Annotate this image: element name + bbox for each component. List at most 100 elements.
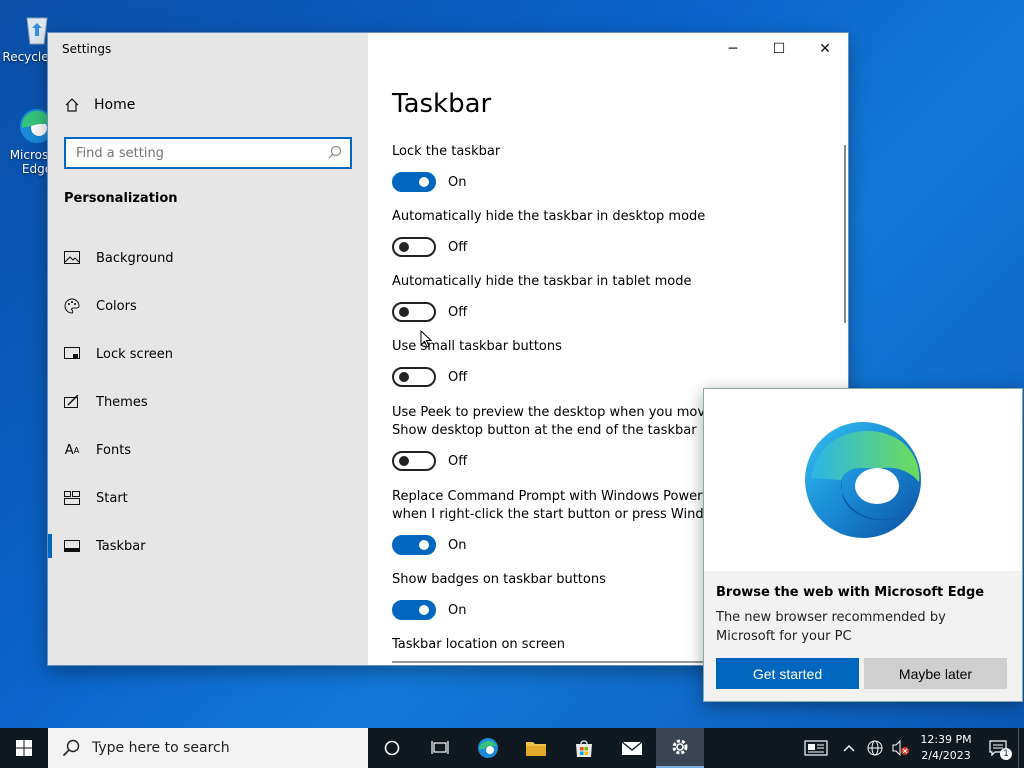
news-button[interactable] <box>796 728 836 768</box>
toggle-state: On <box>448 537 467 553</box>
network-button[interactable] <box>862 728 888 768</box>
setting-autohide-desktop: Automatically hide the taskbar in deskto… <box>392 208 832 257</box>
minimize-button[interactable]: ─ <box>710 33 756 65</box>
chevron-up-icon <box>843 745 855 752</box>
mail-icon <box>621 741 643 755</box>
clock-date: 2/4/2023 <box>921 749 971 762</box>
sidebar-item-label: Taskbar <box>96 538 146 554</box>
show-desktop-button[interactable] <box>1018 728 1024 768</box>
toggle-switch[interactable] <box>392 367 436 387</box>
sidebar-item-fonts[interactable]: AA Fonts <box>48 426 368 474</box>
toggle-state: Off <box>448 369 468 385</box>
start-button[interactable] <box>0 728 48 768</box>
taskbar-icon <box>64 538 80 554</box>
lock-screen-icon <box>64 346 80 362</box>
taskbar-edge-button[interactable] <box>464 728 512 768</box>
maximize-button[interactable]: ☐ <box>756 33 802 65</box>
search-icon <box>62 739 80 757</box>
clock[interactable]: 12:39 PM 2/4/2023 <box>914 732 978 764</box>
mouse-cursor <box>420 330 432 348</box>
maybe-later-button[interactable]: Maybe later <box>864 658 1007 689</box>
edge-popup-body: Browse the web with Microsoft Edge The n… <box>704 571 1022 701</box>
edge-logo-icon <box>805 422 921 538</box>
edge-popup-text: The new browser recommended by Microsoft… <box>716 610 946 644</box>
clock-time: 12:39 PM <box>920 733 972 746</box>
sidebar-item-background[interactable]: Background <box>48 234 368 282</box>
setting-label: Lock the taskbar <box>392 144 501 159</box>
close-button[interactable]: ✕ <box>802 33 848 65</box>
system-tray: 12:39 PM 2/4/2023 1 <box>796 728 1024 768</box>
nav-home[interactable]: Home <box>64 97 135 113</box>
sidebar-item-label: Themes <box>96 394 148 410</box>
setting-autohide-tablet: Automatically hide the taskbar in tablet… <box>392 273 832 322</box>
windows-logo-icon <box>16 740 32 756</box>
store-button[interactable] <box>560 728 608 768</box>
image-icon <box>64 250 80 266</box>
taskbar-search[interactable]: Type here to search <box>48 728 368 768</box>
settings-search[interactable] <box>64 137 352 169</box>
edge-popup-title: Browse the web with Microsoft Edge <box>716 585 985 600</box>
sidebar-item-taskbar[interactable]: Taskbar <box>48 522 368 570</box>
sidebar-item-label: Fonts <box>96 442 132 458</box>
sidebar-item-colors[interactable]: Colors <box>48 282 368 330</box>
action-center-button[interactable]: 1 <box>978 728 1018 768</box>
scrollbar[interactable] <box>844 145 846 323</box>
task-view-button[interactable] <box>416 728 464 768</box>
settings-taskbar-button[interactable] <box>656 728 704 768</box>
sidebar-item-start[interactable]: Start <box>48 474 368 522</box>
toggle-switch[interactable] <box>392 535 436 555</box>
news-icon <box>804 740 828 756</box>
sidebar-item-label: Background <box>96 250 174 266</box>
toggle-state: On <box>448 602 467 618</box>
store-icon <box>576 740 592 757</box>
mail-button[interactable] <box>608 728 656 768</box>
toggle-switch[interactable] <box>392 302 436 322</box>
toggle-state: Off <box>448 453 468 469</box>
window-controls: ─ ☐ ✕ <box>710 33 848 65</box>
toggle-state: Off <box>448 239 468 255</box>
nav-home-label: Home <box>94 97 136 113</box>
toggle-switch[interactable] <box>392 600 436 620</box>
edge-icon <box>478 738 498 758</box>
sidebar-item-lock-screen[interactable]: Lock screen <box>48 330 368 378</box>
get-started-button[interactable]: Get started <box>716 658 859 689</box>
search-input[interactable] <box>76 145 328 161</box>
notification-badge: 1 <box>1000 748 1012 760</box>
volume-button[interactable] <box>888 728 914 768</box>
nav-list: Background Colors Lock screen Themes A A… <box>48 234 368 570</box>
cortana-icon <box>384 740 400 756</box>
toggle-switch[interactable] <box>392 237 436 257</box>
cortana-button[interactable] <box>368 728 416 768</box>
volume-muted-icon <box>892 740 909 756</box>
sidebar-item-label: Start <box>96 490 128 506</box>
location-dropdown[interactable] <box>392 661 712 665</box>
home-icon <box>64 97 80 113</box>
fonts-icon: AA <box>64 442 80 458</box>
setting-label: Automatically hide the taskbar in deskto… <box>392 209 706 224</box>
file-explorer-button[interactable] <box>512 728 560 768</box>
folder-icon <box>526 742 546 756</box>
edge-promo-popup: Browse the web with Microsoft Edge The n… <box>703 388 1023 702</box>
page-title: Taskbar <box>392 89 492 119</box>
setting-small-buttons: Use small taskbar buttons Off <box>392 338 832 387</box>
toggle-state: On <box>448 174 467 190</box>
sidebar-item-label: Lock screen <box>96 346 173 362</box>
palette-icon <box>64 298 80 314</box>
show-hidden-icons-button[interactable] <box>836 728 862 768</box>
taskbar: Type here to search 12:39 PM 2/4/2023 1 <box>0 728 1024 768</box>
setting-label: Use small taskbar buttons <box>392 339 562 354</box>
setting-label: Automatically hide the taskbar in tablet… <box>392 274 692 289</box>
toggle-switch[interactable] <box>392 172 436 192</box>
start-icon <box>64 490 80 506</box>
toggle-switch[interactable] <box>392 451 436 471</box>
sidebar-item-label: Colors <box>96 298 137 314</box>
toggle-state: Off <box>448 304 468 320</box>
taskbar-search-placeholder: Type here to search <box>92 740 230 756</box>
edge-logo <box>704 389 1022 571</box>
globe-icon <box>867 740 883 756</box>
navigation-pane: Settings Home Personalization Background <box>48 33 368 665</box>
task-view-icon <box>431 741 449 754</box>
window-title: Settings <box>62 42 112 56</box>
gear-icon <box>672 739 688 755</box>
sidebar-item-themes[interactable]: Themes <box>48 378 368 426</box>
